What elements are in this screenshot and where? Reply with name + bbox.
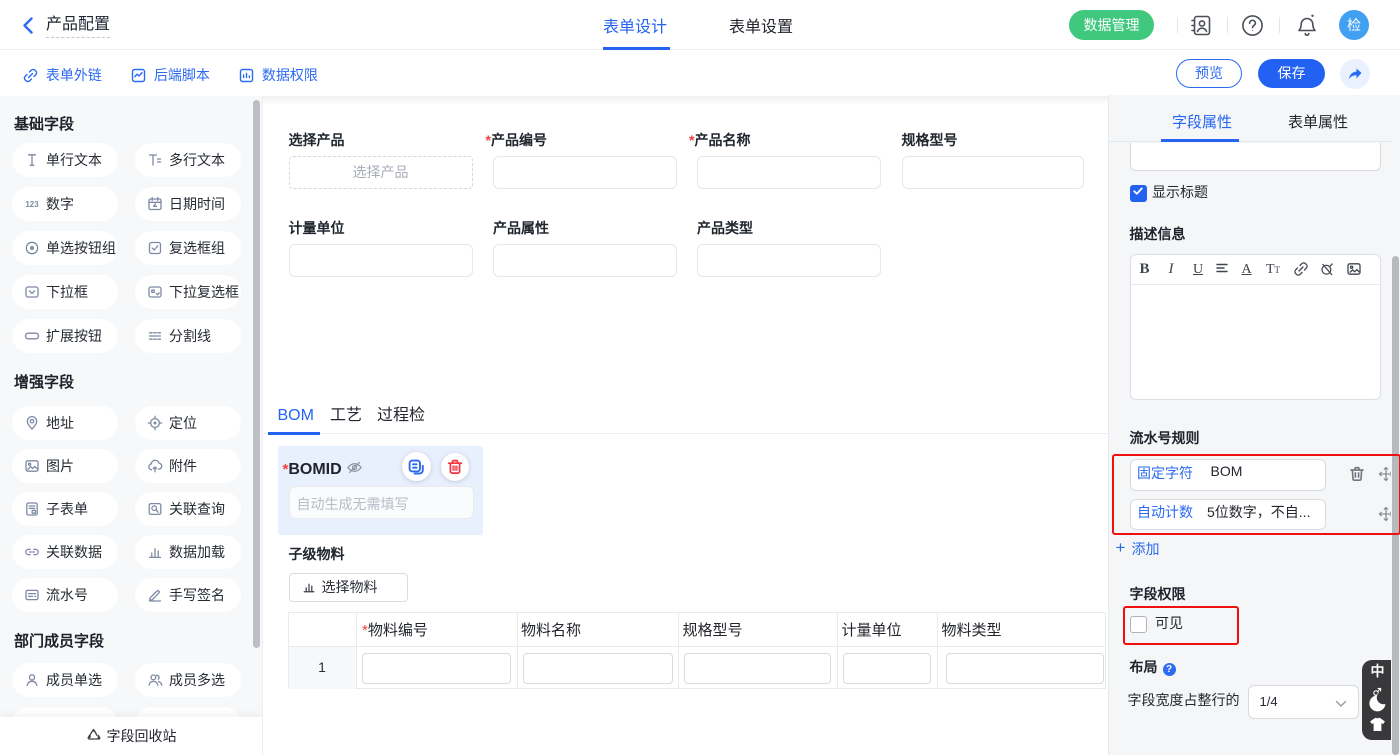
svg-text:123: 123 [25,200,39,209]
